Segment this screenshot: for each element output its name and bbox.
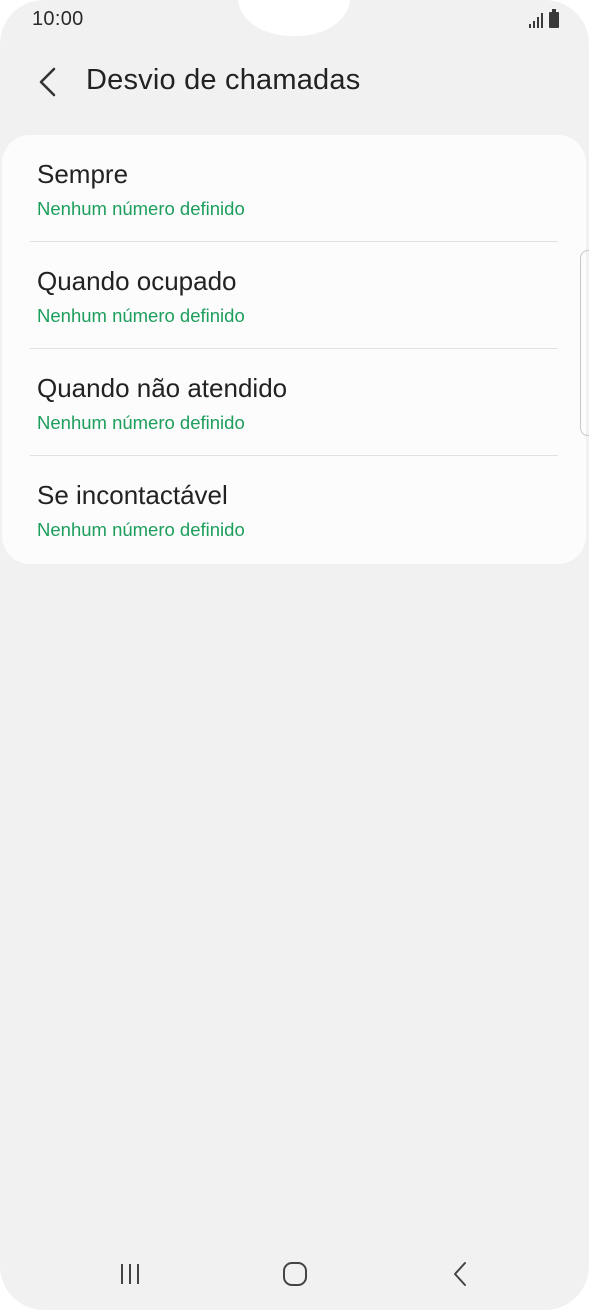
page-title: Desvio de chamadas <box>86 64 361 96</box>
recent-apps-button[interactable] <box>100 1254 160 1294</box>
list-item-title: Se incontactável <box>37 480 228 510</box>
forwarding-options-card: Sempre Nenhum número definido Quando ocu… <box>2 135 586 564</box>
back-button[interactable] <box>26 60 70 104</box>
list-item-quando-nao-atendido[interactable]: Quando não atendido Nenhum número defini… <box>2 349 586 456</box>
list-item-sempre[interactable]: Sempre Nenhum número definido <box>2 135 586 242</box>
home-button[interactable] <box>265 1254 325 1294</box>
list-item-quando-ocupado[interactable]: Quando ocupado Nenhum número definido <box>2 242 586 349</box>
status-time: 10:00 <box>32 8 84 30</box>
list-item-subtitle: Nenhum número definido <box>37 412 245 433</box>
nav-back-button[interactable] <box>430 1254 490 1294</box>
scrollbar[interactable] <box>580 250 589 436</box>
list-item-subtitle: Nenhum número definido <box>37 198 245 219</box>
phone-screen: 10:00 Desvio de chamadas Sempre Nenhum n… <box>0 0 589 1310</box>
chevron-left-icon <box>39 67 56 97</box>
list-item-title: Sempre <box>37 159 129 189</box>
list-item-subtitle: Nenhum número definido <box>37 519 245 540</box>
home-icon <box>283 1262 307 1286</box>
app-header: Desvio de chamadas <box>0 50 589 114</box>
list-item-title: Quando ocupado <box>37 266 237 296</box>
battery-icon <box>549 9 559 28</box>
signal-icon <box>529 12 543 28</box>
status-icons <box>529 9 559 28</box>
back-icon <box>454 1262 466 1286</box>
status-bar: 10:00 <box>0 0 589 40</box>
recent-apps-icon <box>121 1264 139 1284</box>
camera-notch <box>238 0 350 36</box>
list-item-title: Quando não atendido <box>37 373 288 403</box>
list-item-subtitle: Nenhum número definido <box>37 305 245 326</box>
list-item-se-incontactavel[interactable]: Se incontactável Nenhum número definido <box>2 456 586 563</box>
navigation-bar <box>0 1240 589 1310</box>
